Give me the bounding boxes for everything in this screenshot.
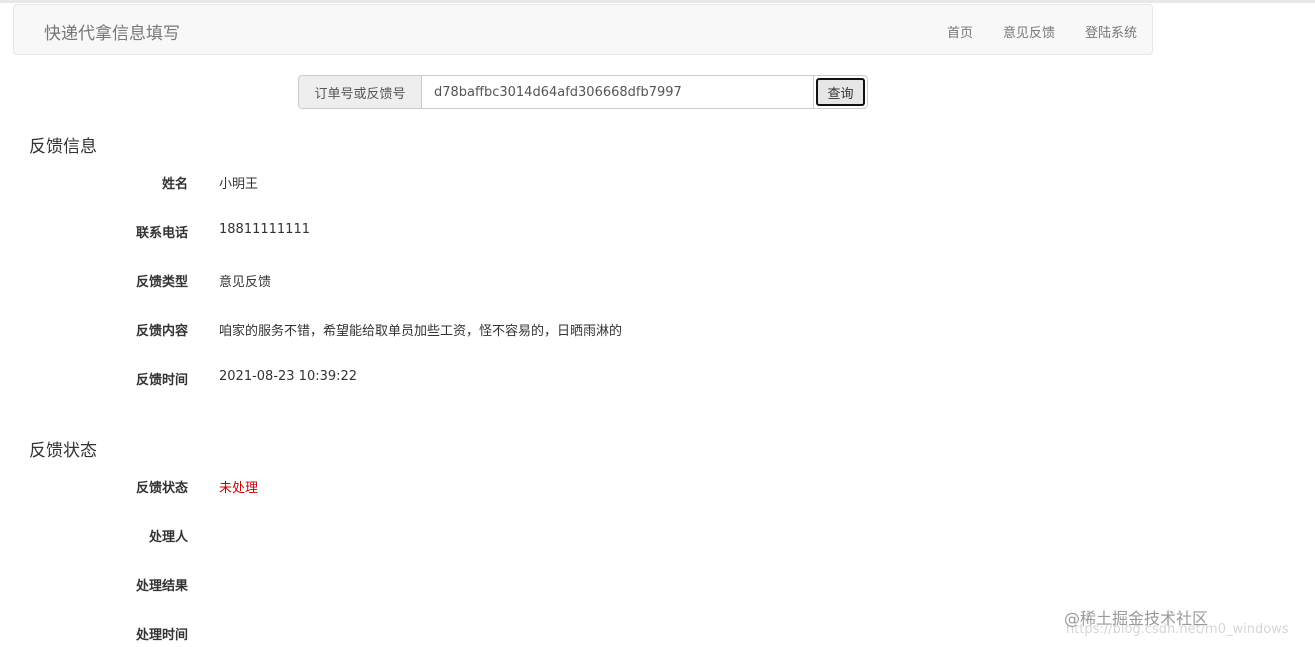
info-row-type: 反馈类型 意见反馈 — [0, 271, 1000, 291]
search-button[interactable]: 查询 — [814, 75, 868, 109]
info-label: 反馈内容 — [135, 324, 188, 339]
nav-link-feedback[interactable]: 意见反馈 — [1003, 22, 1055, 41]
status-label: 处理时间 — [135, 628, 188, 643]
info-value: 意见反馈 — [219, 275, 272, 290]
info-row-name: 姓名 小明王 — [0, 173, 1000, 193]
info-value: 2021-08-23 10:39:22 — [219, 369, 358, 384]
info-label: 反馈时间 — [135, 373, 188, 388]
navbar-brand[interactable]: 快递代拿信息填写 — [44, 19, 180, 44]
info-value: 咱家的服务不错，希望能给取单员加些工资，怪不容易的，日晒雨淋的 — [219, 324, 623, 339]
status-row-state: 反馈状态 未处理 — [0, 477, 1000, 497]
status-label: 反馈状态 — [135, 481, 188, 496]
nav-link-home[interactable]: 首页 — [947, 22, 973, 41]
search-group: 订单号或反馈号 查询 — [298, 75, 868, 109]
info-row-phone: 联系电话 18811111111 — [0, 222, 1000, 242]
navbar-links: 首页 意见反馈 登陆系统 — [917, 22, 1137, 41]
status-label: 处理结果 — [135, 579, 188, 594]
info-row-time: 反馈时间 2021-08-23 10:39:22 — [0, 369, 1000, 389]
info-label: 反馈类型 — [135, 275, 188, 290]
info-value: 小明王 — [219, 177, 259, 192]
status-badge: 未处理 — [219, 481, 259, 496]
search-addon-label: 订单号或反馈号 — [298, 75, 421, 109]
status-row-handler: 处理人 — [0, 526, 1000, 546]
watermark: @稀土掘金技术社区 — [1064, 609, 1209, 628]
navbar: 快递代拿信息填写 首页 意见反馈 登陆系统 — [13, 4, 1153, 55]
info-value: 18811111111 — [219, 222, 310, 237]
top-rule — [0, 0, 1315, 3]
info-label: 联系电话 — [135, 226, 188, 241]
nav-link-login[interactable]: 登陆系统 — [1085, 22, 1137, 41]
status-label: 处理人 — [148, 530, 188, 545]
info-row-content: 反馈内容 咱家的服务不错，希望能给取单员加些工资，怪不容易的，日晒雨淋的 — [0, 320, 1000, 340]
search-input[interactable] — [421, 75, 814, 109]
status-row-result: 处理结果 — [0, 575, 1000, 595]
feedback-status-title: 反馈状态 — [29, 441, 97, 461]
feedback-info-title: 反馈信息 — [29, 137, 97, 157]
search-button-label: 查询 — [816, 78, 865, 106]
status-row-time: 处理时间 — [0, 624, 1000, 644]
info-label: 姓名 — [161, 177, 188, 192]
page: 快递代拿信息填写 首页 意见反馈 登陆系统 订单号或反馈号 查询 反馈信息 姓名… — [0, 0, 1315, 647]
